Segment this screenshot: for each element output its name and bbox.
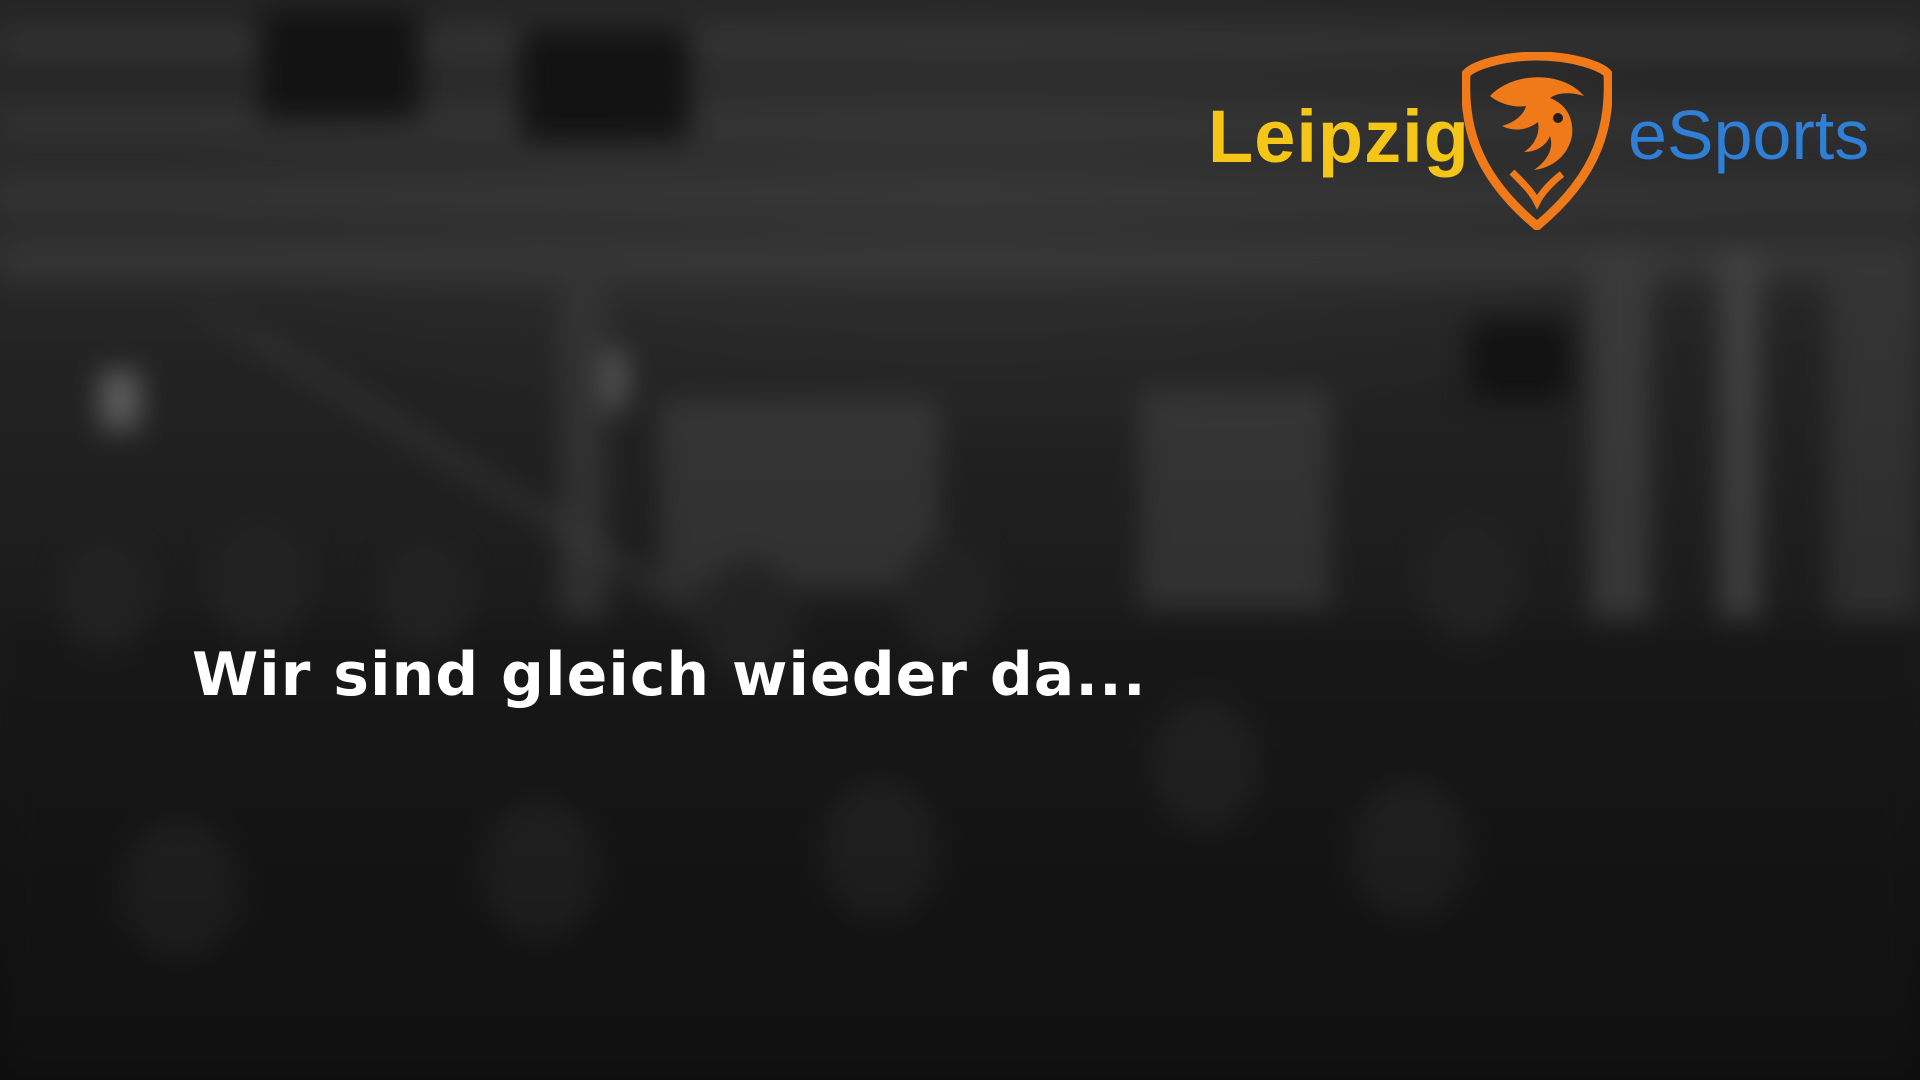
lion-shield-icon (1462, 52, 1612, 230)
break-message: Wir sind gleich wieder da... (192, 640, 1147, 710)
stream-break-screen: Leipzig eSports Wir sind gleich wieder d… (0, 0, 1920, 1080)
brand-name-left: Leipzig (1208, 95, 1470, 178)
brand-logo: Leipzig eSports (1208, 52, 1870, 232)
brand-name-right: eSports (1628, 96, 1870, 174)
